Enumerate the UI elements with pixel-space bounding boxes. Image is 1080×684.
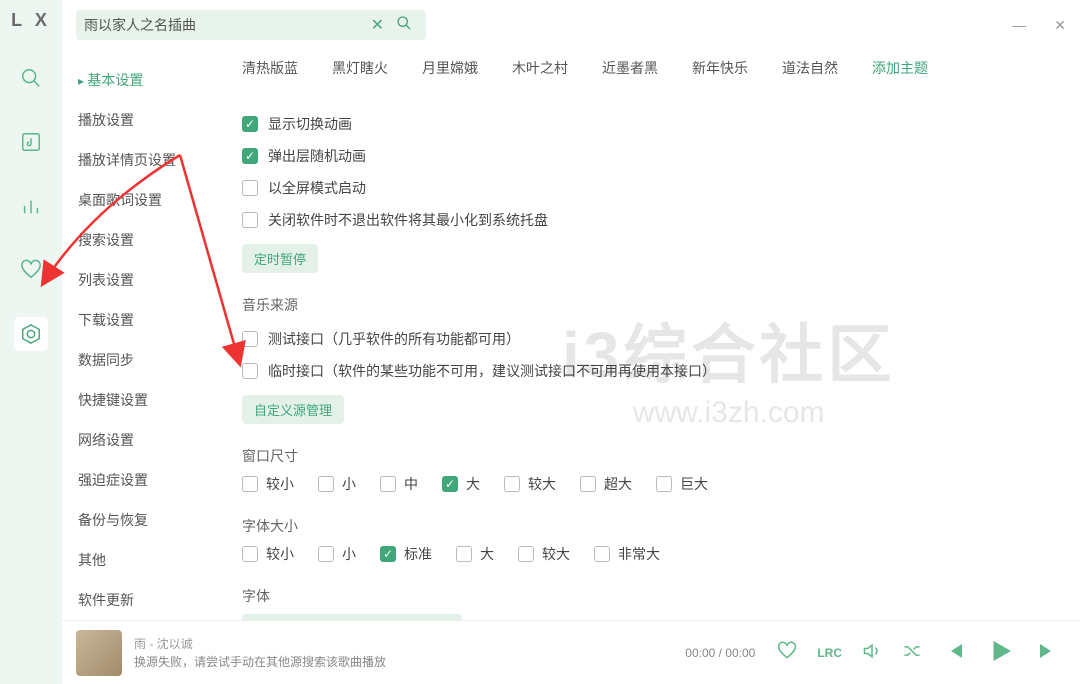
- fontsize-xxl[interactable]: [594, 546, 610, 562]
- winsize-options: 较小 小 中 大 较大 超大 巨大: [242, 474, 1050, 494]
- sidebar-item-desktoplyric[interactable]: 桌面歌词设置: [78, 180, 222, 220]
- fontsize-xl[interactable]: [518, 546, 534, 562]
- nav-library[interactable]: [14, 125, 48, 159]
- settings-content: 清热版蓝 黑灯瞎火 月里嫦娥 木叶之村 近墨者黑 新年快乐 道法自然 添加主题 …: [222, 44, 1080, 620]
- sidebar-item-network[interactable]: 网络设置: [78, 420, 222, 460]
- sidebar-item-playdetail[interactable]: 播放详情页设置: [78, 140, 222, 180]
- theme-option[interactable]: 月里嫦娥: [422, 58, 478, 78]
- sidebar-item-play[interactable]: 播放设置: [78, 100, 222, 140]
- next-button[interactable]: [1036, 639, 1060, 666]
- minimize-button[interactable]: —: [1012, 17, 1026, 34]
- sidebar-item-list[interactable]: 列表设置: [78, 260, 222, 300]
- checkbox-anim[interactable]: [242, 116, 258, 132]
- font-select-value: 默认: [254, 619, 282, 620]
- label-source: 音乐来源: [242, 295, 1050, 315]
- theme-option[interactable]: 木叶之村: [512, 58, 568, 78]
- theme-option[interactable]: 道法自然: [782, 58, 838, 78]
- fontsize-std[interactable]: [380, 546, 396, 562]
- clear-icon[interactable]: ✕: [365, 15, 390, 35]
- sidebar-item-other[interactable]: 其他: [78, 540, 222, 580]
- settings-sidebar: 基本设置 播放设置 播放详情页设置 桌面歌词设置 搜索设置 列表设置 下载设置 …: [62, 44, 222, 620]
- nav-rail: L X: [0, 0, 62, 684]
- volume-button[interactable]: [862, 641, 882, 664]
- sidebar-item-sync[interactable]: 数据同步: [78, 340, 222, 380]
- fontsize-s[interactable]: [318, 546, 334, 562]
- checkbox-tray-label: 关闭软件时不退出软件将其最小化到系统托盘: [268, 210, 548, 230]
- track-title: 雨 - 沈以诚: [134, 635, 673, 653]
- player-bar: 雨 - 沈以诚 换源失败，请尝试手动在其他源搜索该歌曲播放 00:00 / 00…: [62, 620, 1080, 684]
- sidebar-item-search[interactable]: 搜索设置: [78, 220, 222, 260]
- sidebar-item-update[interactable]: 软件更新: [78, 580, 222, 620]
- checkbox-popup-label: 弹出层随机动画: [268, 146, 366, 166]
- header: ✕ — ✕: [62, 0, 1080, 44]
- sidebar-item-basic[interactable]: 基本设置: [78, 60, 222, 100]
- add-theme-button[interactable]: 添加主题: [872, 58, 928, 78]
- fontsize-xs[interactable]: [242, 546, 258, 562]
- theme-option[interactable]: 新年快乐: [692, 58, 748, 78]
- checkbox-test-api[interactable]: [242, 331, 258, 347]
- search-icon[interactable]: [390, 15, 418, 36]
- winsize-xs[interactable]: [242, 476, 258, 492]
- checkbox-popup[interactable]: [242, 148, 258, 164]
- winsize-xl[interactable]: [504, 476, 520, 492]
- winsize-s[interactable]: [318, 476, 334, 492]
- play-button[interactable]: [986, 636, 1016, 669]
- search-box[interactable]: ✕: [76, 10, 426, 40]
- font-select[interactable]: 默认 ⌄: [242, 614, 462, 620]
- like-button[interactable]: [777, 641, 797, 664]
- player-time: 00:00 / 00:00: [685, 646, 755, 660]
- checkbox-tray[interactable]: [242, 212, 258, 228]
- player-info: 雨 - 沈以诚 换源失败，请尝试手动在其他源搜索该歌曲播放: [134, 635, 673, 671]
- nav-search[interactable]: [14, 61, 48, 95]
- label-fontsize: 字体大小: [242, 516, 1050, 536]
- theme-option[interactable]: 黑灯瞎火: [332, 58, 388, 78]
- window-controls: — ✕: [1012, 17, 1066, 34]
- sidebar-item-ocd[interactable]: 强迫症设置: [78, 460, 222, 500]
- shuffle-button[interactable]: [902, 641, 922, 664]
- nav-settings[interactable]: [14, 317, 48, 351]
- checkbox-fullscreen-label: 以全屏模式启动: [268, 178, 366, 198]
- theme-option[interactable]: 近墨者黑: [602, 58, 658, 78]
- theme-row: 清热版蓝 黑灯瞎火 月里嫦娥 木叶之村 近墨者黑 新年快乐 道法自然 添加主题: [242, 58, 1050, 90]
- label-winsize: 窗口尺寸: [242, 446, 1050, 466]
- label-test-api: 测试接口（几乎软件的所有功能都可用）: [268, 329, 520, 349]
- lyric-button[interactable]: LRC: [817, 646, 842, 660]
- album-cover[interactable]: [76, 630, 122, 676]
- sidebar-item-backup[interactable]: 备份与恢复: [78, 500, 222, 540]
- timer-pause-button[interactable]: 定时暂停: [242, 244, 318, 273]
- prev-button[interactable]: [942, 639, 966, 666]
- winsize-xxl[interactable]: [580, 476, 596, 492]
- winsize-m[interactable]: [380, 476, 396, 492]
- checkbox-anim-label: 显示切换动画: [268, 114, 352, 134]
- nav-rank[interactable]: [14, 189, 48, 223]
- label-temp-api: 临时接口（软件的某些功能不可用，建议测试接口不可用再使用本接口）: [268, 361, 716, 381]
- close-button[interactable]: ✕: [1054, 17, 1066, 34]
- custom-source-button[interactable]: 自定义源管理: [242, 395, 344, 424]
- checkbox-fullscreen[interactable]: [242, 180, 258, 196]
- fontsize-l[interactable]: [456, 546, 472, 562]
- winsize-huge[interactable]: [656, 476, 672, 492]
- nav-favorite[interactable]: [14, 253, 48, 287]
- sidebar-item-download[interactable]: 下载设置: [78, 300, 222, 340]
- checkbox-temp-api[interactable]: [242, 363, 258, 379]
- player-message: 换源失败，请尝试手动在其他源搜索该歌曲播放: [134, 653, 673, 671]
- theme-option[interactable]: 清热版蓝: [242, 58, 298, 78]
- search-input[interactable]: [84, 17, 365, 33]
- winsize-l[interactable]: [442, 476, 458, 492]
- fontsize-options: 较小 小 标准 大 较大 非常大: [242, 544, 1050, 564]
- app-logo: L X: [11, 10, 51, 31]
- sidebar-item-hotkey[interactable]: 快捷键设置: [78, 380, 222, 420]
- label-font: 字体: [242, 586, 1050, 606]
